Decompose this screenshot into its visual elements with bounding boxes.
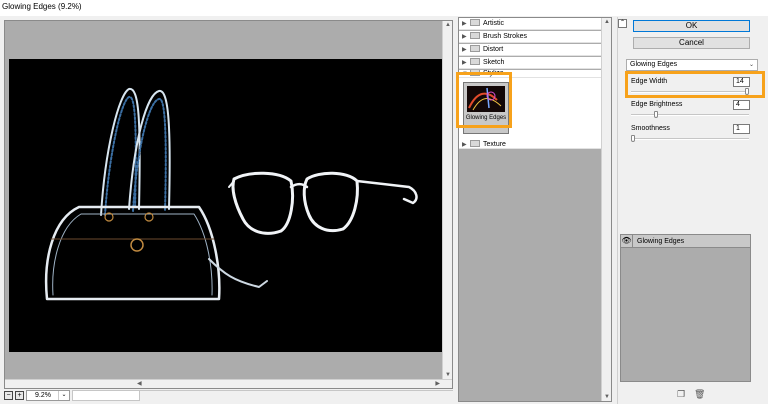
zoom-bar: − + 9.2% ⌄ [4, 390, 453, 402]
zoom-value: 9.2% [35, 392, 51, 399]
edge-brightness-slider[interactable] [631, 114, 749, 116]
gallery-scrollbar[interactable]: ▲ ▼ [601, 18, 611, 401]
param-edge-brightness: Edge Brightness 4 [631, 100, 751, 125]
filter-select[interactable]: Glowing Edges ⌄ [626, 59, 758, 71]
folder-brush-strokes[interactable]: ▶ Brush Strokes [459, 31, 602, 43]
edge-brightness-knob[interactable] [653, 111, 658, 118]
folder-texture[interactable]: ▶ Texture [459, 140, 602, 149]
new-effect-layer-icon[interactable]: ❐ [677, 389, 685, 400]
scroll-up-icon[interactable]: ▲ [604, 19, 610, 25]
scroll-left-icon[interactable]: ◀ [137, 380, 142, 387]
edge-brightness-label: Edge Brightness [631, 101, 683, 108]
folder-icon [470, 31, 480, 39]
zoom-in-button[interactable]: + [15, 391, 24, 400]
highlight-box-edge-width [625, 71, 765, 98]
preview-vertical-scrollbar[interactable]: ▲ ▼ [442, 21, 452, 388]
cancel-button[interactable]: Cancel [633, 37, 750, 49]
zoom-out-button[interactable]: − [4, 391, 13, 400]
smoothness-input[interactable]: 1 [733, 124, 750, 134]
scroll-down-icon[interactable]: ▼ [445, 372, 451, 378]
folder-icon [470, 18, 480, 26]
delete-effect-layer-icon[interactable]: 🗑 [694, 389, 705, 400]
chevron-down-icon: ⌄ [58, 391, 69, 400]
expand-arrow-icon: ▶ [462, 21, 467, 27]
folder-sketch[interactable]: ▶ Sketch [459, 57, 602, 69]
scroll-up-icon[interactable]: ▲ [445, 22, 451, 28]
folder-icon [470, 44, 480, 52]
preview-horizontal-scrollbar[interactable]: ◀ ▶ [5, 379, 452, 388]
smoothness-slider[interactable] [631, 138, 749, 140]
window-title: Glowing Edges (9.2%) [0, 0, 768, 16]
smoothness-label: Smoothness [631, 125, 670, 132]
smoothness-knob[interactable] [631, 135, 635, 142]
zoom-select[interactable]: 9.2% ⌄ [26, 390, 70, 401]
ok-button[interactable]: OK [633, 20, 750, 32]
highlight-box-thumbnail [456, 72, 512, 128]
scroll-down-icon[interactable]: ▼ [604, 394, 610, 400]
expand-arrow-icon: ▶ [462, 142, 467, 148]
collapse-gallery-icon[interactable]: ⌃ [618, 19, 627, 28]
eye-icon[interactable]: 👁 [621, 235, 633, 247]
preview-panel[interactable]: ▲ ▼ ◀ ▶ [4, 20, 453, 389]
status-divider [140, 390, 453, 401]
status-field [72, 390, 140, 401]
folder-distort[interactable]: ▶ Distort [459, 44, 602, 56]
effect-layer-row[interactable]: 👁 Glowing Edges [621, 235, 750, 248]
effect-layers-panel: 👁 Glowing Edges [620, 234, 751, 382]
param-smoothness: Smoothness 1 [631, 124, 751, 149]
scroll-right-icon[interactable]: ▶ [435, 380, 440, 387]
folder-icon [470, 140, 480, 147]
edge-brightness-input[interactable]: 4 [733, 100, 750, 110]
panel-divider [617, 17, 618, 404]
expand-arrow-icon: ▶ [462, 47, 467, 53]
expand-arrow-icon: ▶ [462, 34, 467, 40]
effect-layer-name: Glowing Edges [637, 238, 685, 245]
chevron-down-icon: ⌄ [748, 62, 754, 68]
expand-arrow-icon: ▶ [462, 60, 467, 66]
folder-icon [470, 57, 480, 65]
preview-image [9, 59, 447, 352]
folder-artistic[interactable]: ▶ Artistic [459, 18, 602, 30]
